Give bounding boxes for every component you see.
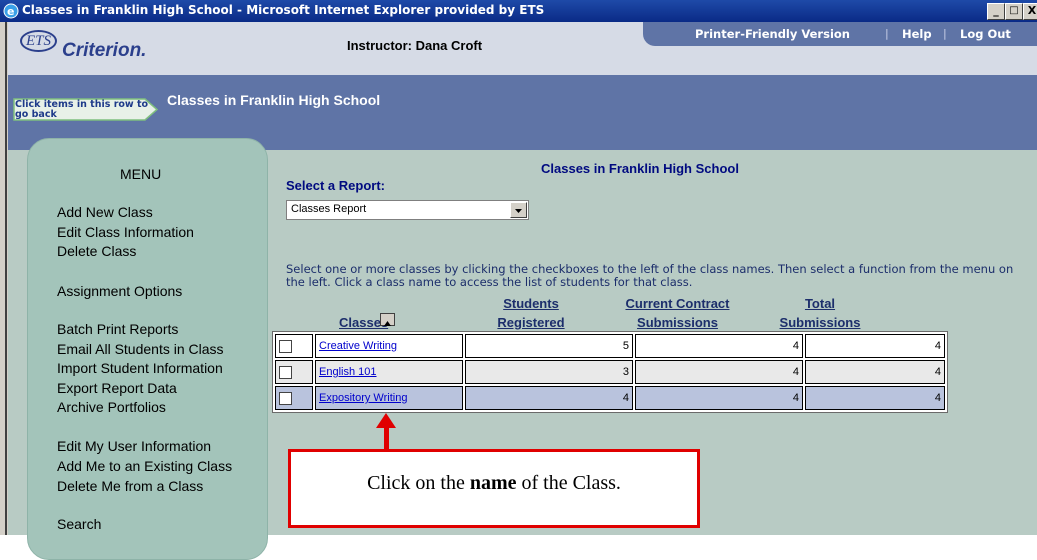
back-hint-text: Click items in this row to go back (15, 99, 149, 120)
dropdown-arrow-icon[interactable] (510, 202, 527, 218)
menu-item-archive-portfolios[interactable]: Archive Portfolios (57, 399, 166, 416)
total-submissions-cell: 4 (805, 386, 945, 410)
current-submissions-cell: 4 (635, 386, 803, 410)
table-row: Creative Writing 5 4 4 (275, 334, 945, 358)
report-select-label: Select a Report: (286, 178, 385, 193)
menu-item-import-student-information[interactable]: Import Student Information (57, 360, 223, 377)
criterion-wordmark: Criterion. (62, 40, 147, 61)
total-submissions-cell: 4 (805, 334, 945, 358)
class-checkbox[interactable] (279, 365, 292, 379)
callout-text-end: of the Class. (516, 472, 621, 494)
checkbox-cell (275, 334, 313, 358)
column-header-registered[interactable]: Registered (491, 315, 571, 330)
menu-title: MENU (120, 166, 162, 182)
window-title: Classes in Franklin High School - Micros… (22, 3, 545, 17)
checkbox-cell (275, 360, 313, 384)
checkbox-cell (275, 386, 313, 410)
log-out-link[interactable]: Log Out (960, 27, 1011, 41)
ets-logo: ETS (20, 30, 58, 52)
current-submissions-cell: 4 (635, 334, 803, 358)
menu-item-delete-me-from-class[interactable]: Delete Me from a Class (57, 478, 203, 495)
column-header-total-submissions[interactable]: Submissions (770, 315, 870, 330)
classes-table: Creative Writing 5 4 4 English 101 3 4 4… (272, 331, 948, 413)
back-breadcrumb-button[interactable]: Click items in this row to go back (13, 98, 159, 121)
svg-text:e: e (7, 5, 14, 18)
callout-text-bold: name (469, 472, 517, 494)
callout-box: Click on the name of the Class. (288, 449, 700, 528)
menu-item-batch-print-reports[interactable]: Batch Print Reports (57, 321, 178, 338)
menu-item-add-new-class[interactable]: Add New Class (57, 204, 153, 221)
menu-item-search[interactable]: Search (57, 516, 101, 533)
side-menu: MENU Add New Class Edit Class Informatio… (27, 138, 268, 560)
menu-item-email-all-students[interactable]: Email All Students in Class (57, 341, 224, 358)
class-name-cell: Expository Writing (315, 386, 463, 410)
internet-explorer-icon: e (3, 3, 19, 19)
class-name-link[interactable]: Creative Writing (319, 340, 397, 352)
menu-item-export-report-data[interactable]: Export Report Data (57, 380, 177, 397)
callout-arrow-line (384, 426, 389, 450)
table-row: Expository Writing 4 4 4 (275, 386, 945, 410)
total-submissions-cell: 4 (805, 360, 945, 384)
minimize-button[interactable]: _ (987, 3, 1005, 20)
help-link[interactable]: Help (902, 27, 932, 41)
content-title: Classes in Franklin High School (541, 161, 739, 176)
class-name-link[interactable]: Expository Writing (319, 392, 407, 404)
menu-item-delete-class[interactable]: Delete Class (57, 243, 136, 260)
class-name-cell: Creative Writing (315, 334, 463, 358)
callout-text-start: Click on the (367, 472, 470, 494)
menu-item-edit-class-information[interactable]: Edit Class Information (57, 224, 194, 241)
maximize-button[interactable]: □ (1005, 3, 1023, 20)
students-registered-cell: 4 (465, 386, 633, 410)
class-name-link[interactable]: English 101 (319, 366, 377, 378)
instructor-name: Instructor: Dana Croft (347, 38, 483, 53)
sort-ascending-icon[interactable] (380, 313, 395, 326)
menu-item-assignment-options[interactable]: Assignment Options (57, 283, 182, 300)
window-title-bar: e Classes in Franklin High School - Micr… (0, 0, 1037, 22)
column-header-students[interactable]: Students (491, 296, 571, 311)
current-submissions-cell: 4 (635, 360, 803, 384)
report-select[interactable]: Classes Report (286, 200, 529, 220)
window-left-border (0, 22, 8, 535)
class-name-cell: English 101 (315, 360, 463, 384)
column-header-current-submissions[interactable]: Submissions (610, 315, 745, 330)
class-checkbox[interactable] (279, 339, 292, 353)
top-links-bar: Printer-Friendly Version | Help | Log Ou… (643, 22, 1037, 46)
instructions-text: Select one or more classes by clicking t… (286, 262, 1014, 289)
callout-text: Click on the name of the Class. (291, 472, 697, 495)
column-header-current-contract[interactable]: Current Contract (610, 296, 745, 311)
class-checkbox[interactable] (279, 391, 292, 405)
link-separator: | (885, 27, 889, 40)
menu-item-add-me-to-class[interactable]: Add Me to an Existing Class (57, 458, 232, 475)
close-button[interactable]: X (1023, 3, 1037, 20)
column-header-total[interactable]: Total (770, 296, 870, 311)
menu-item-edit-my-user-information[interactable]: Edit My User Information (57, 438, 211, 455)
students-registered-cell: 5 (465, 334, 633, 358)
table-row: English 101 3 4 4 (275, 360, 945, 384)
students-registered-cell: 3 (465, 360, 633, 384)
breadcrumb-current: Classes in Franklin High School (167, 92, 381, 108)
printer-friendly-link[interactable]: Printer-Friendly Version (695, 27, 850, 41)
report-select-value: Classes Report (291, 203, 367, 215)
link-separator: | (943, 27, 947, 40)
